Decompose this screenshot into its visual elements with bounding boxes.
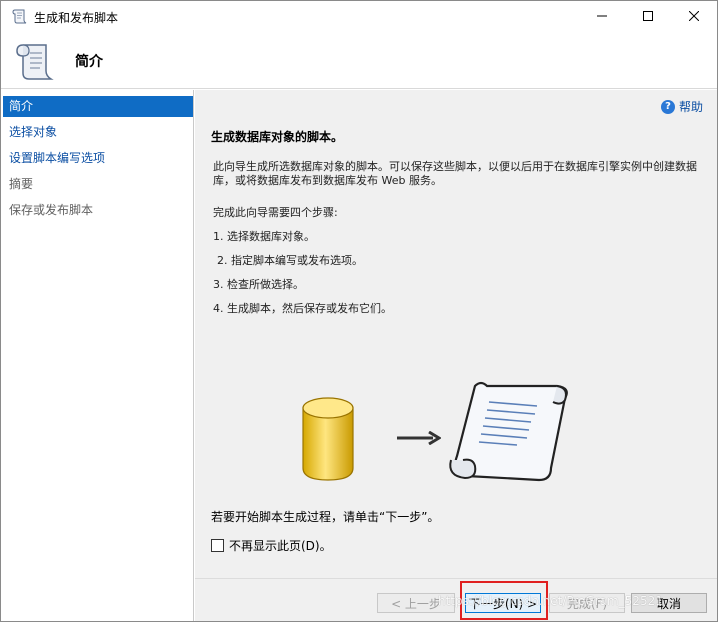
dont-show-again-checkbox[interactable] xyxy=(211,539,224,552)
minimize-icon xyxy=(597,15,607,17)
step-item: 4. 生成脚本，然后保存或发布它们。 xyxy=(213,302,392,315)
close-button[interactable] xyxy=(671,1,717,31)
wizard-window: 生成和发布脚本 简介 简介 选择对象 设置脚本编写选项 摘要 保存或发布脚本 ?… xyxy=(0,0,718,622)
start-instruction: 若要开始脚本生成过程，请单击“下一步”。 xyxy=(211,510,440,524)
script-scroll-icon xyxy=(449,381,568,482)
nav-item-save-publish: 保存或发布脚本 xyxy=(9,203,94,217)
help-label: 帮助 xyxy=(678,100,703,114)
title-bar: 生成和发布脚本 xyxy=(1,1,717,31)
content-description: 此向导生成所选数据库对象的脚本。可以保存这些脚本，以便以后用于在数据库引擎实例中… xyxy=(213,160,697,187)
script-scroll-icon xyxy=(16,44,54,80)
step-item: 2. 指定脚本编写或发布选项。 xyxy=(217,254,363,267)
database-icon xyxy=(302,397,354,481)
steps-intro: 完成此向导需要四个步骤: xyxy=(213,206,338,219)
maximize-button[interactable] xyxy=(625,1,671,31)
nav-item-scripting-options[interactable]: 设置脚本编写选项 xyxy=(3,148,193,169)
script-scroll-icon xyxy=(12,9,27,24)
wizard-content: ? 帮助 生成数据库对象的脚本。 此向导生成所选数据库对象的脚本。可以保存这些脚… xyxy=(195,90,717,578)
help-link[interactable]: ? 帮助 xyxy=(660,98,703,115)
maximize-icon xyxy=(643,11,653,21)
nav-item-select-objects[interactable]: 选择对象 xyxy=(3,122,193,143)
dont-show-again-label: 不再显示此页(D)。 xyxy=(229,539,332,553)
nav-item-intro[interactable]: 简介 xyxy=(3,96,193,117)
arrow-right-icon xyxy=(397,431,441,445)
wizard-nav: 简介 选择对象 设置脚本编写选项 摘要 保存或发布脚本 xyxy=(1,90,194,621)
step-item: 1. 选择数据库对象。 xyxy=(213,230,315,243)
window-title: 生成和发布脚本 xyxy=(34,11,119,25)
minimize-button[interactable] xyxy=(579,1,625,31)
wizard-header: 简介 xyxy=(1,31,717,89)
dont-show-again-row[interactable]: 不再显示此页(D)。 xyxy=(211,537,332,554)
page-title: 简介 xyxy=(75,54,103,70)
watermark-text: https://blog.csdn.net/ProGram_52521 xyxy=(438,594,663,608)
close-icon xyxy=(689,11,699,21)
content-heading: 生成数据库对象的脚本。 xyxy=(211,130,344,144)
nav-item-summary: 摘要 xyxy=(9,177,34,191)
help-icon: ? xyxy=(660,99,675,114)
step-item: 3. 检查所做选择。 xyxy=(213,278,304,291)
